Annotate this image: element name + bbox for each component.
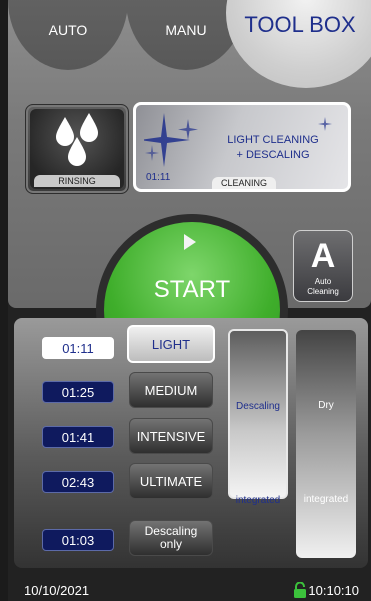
dry-integrated-label: Dry integrated [296,400,356,506]
program-descaling-only-label: Descaling only [145,525,198,551]
program-ultimate-label: ULTIMATE [139,473,203,489]
cleaning-label: CLEANING [212,177,276,189]
auto-cleaning-label: Auto Cleaning [294,277,352,297]
drops-icon [56,113,98,166]
cleaning-title: LIGHT CLEANING + DESCALING [198,133,348,163]
program-intensive-label: INTENSIVE [136,428,206,444]
auto-cleaning-label-line2: Cleaning [307,287,339,296]
toolbox-title[interactable]: TOOL BOX [232,12,368,38]
program-time-ultimate: 02:43 [42,471,114,493]
cleaning-time: 01:11 [146,172,171,183]
auto-cleaning-icon: A [310,237,336,275]
program-time-descaling-only: 01:03 [42,529,114,551]
descaling-integrated-toggle[interactable]: Descaling integrated [228,329,288,506]
program-time-light: 01:11 [42,337,114,359]
descaling-integrated-line2: integrated [235,495,281,506]
rinsing-card[interactable]: RINSING [25,104,129,194]
status-date: 10/10/2021 [24,583,90,598]
auto-cleaning-label-line1: Auto [314,277,332,286]
tab-auto-label: AUTO [48,22,88,38]
program-time-medium: 01:25 [42,381,114,403]
program-descaling-only-button[interactable]: Descaling only [129,520,213,556]
dry-integrated-line2: integrated [303,494,349,505]
descaling-integrated-label: Descaling integrated [230,401,286,507]
rinsing-label: RINSING [34,175,120,187]
program-intensive-button[interactable]: INTENSIVE [129,418,213,454]
sparkle-small-icon [318,117,332,131]
start-label: START [153,276,231,303]
tab-auto[interactable]: AUTO [8,0,128,70]
program-medium-button[interactable]: MEDIUM [129,372,213,408]
cleaning-title-line1: LIGHT CLEANING [227,134,319,146]
cleaning-title-line2: + DESCALING [236,149,310,161]
status-time: 10:10:10 [308,583,359,598]
lock-icon[interactable] [293,582,307,598]
program-light-label: LIGHT [151,336,191,352]
auto-cleaning-button[interactable]: A Auto Cleaning [293,230,353,302]
dry-integrated-line1: Dry [318,400,334,411]
program-descaling-only-line2: only [159,537,182,551]
program-time-intensive: 01:41 [42,426,114,448]
dry-integrated-toggle[interactable]: Dry integrated [296,330,356,558]
program-ultimate-button[interactable]: ULTIMATE [129,463,213,499]
program-medium-label: MEDIUM [144,382,198,398]
program-light-button[interactable]: LIGHT [127,325,215,363]
play-icon [184,234,196,250]
descaling-integrated-line1: Descaling [236,401,280,412]
program-descaling-only-line1: Descaling [144,524,198,538]
cleaning-card[interactable]: LIGHT CLEANING + DESCALING 01:11 CLEANIN… [133,102,351,192]
